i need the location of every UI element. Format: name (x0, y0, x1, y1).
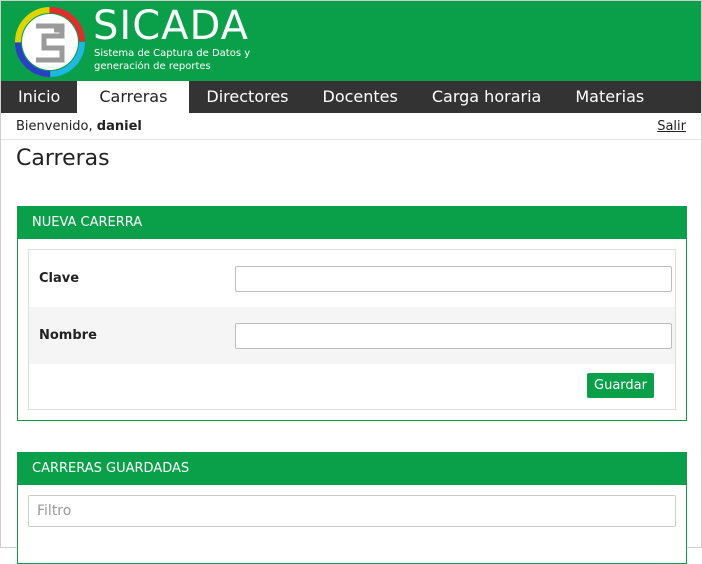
form-actions: Guardar (29, 364, 675, 409)
welcome-username: daniel (96, 119, 142, 134)
saved-careers-heading: CARRERAS GUARDADAS (18, 453, 686, 485)
filter-input[interactable]: Filtro (28, 495, 676, 527)
nav-item-inicio[interactable]: Inicio (1, 81, 77, 113)
app-header: SICADA Sistema de Captura de Datos y gen… (1, 1, 701, 81)
page-title: Carreras (16, 146, 110, 171)
nav-item-docentes[interactable]: Docentes (306, 81, 415, 113)
save-button[interactable]: Guardar (587, 373, 654, 398)
nav-item-carga-horaria[interactable]: Carga horaria (415, 81, 558, 113)
nav-item-directores[interactable]: Directores (189, 81, 305, 113)
main-nav: Inicio Carreras Directores Docentes Carg… (1, 81, 701, 113)
nombre-label: Nombre (39, 328, 97, 343)
nombre-input[interactable] (235, 322, 672, 349)
new-career-form: Clave Nombre Guardar (28, 249, 676, 410)
welcome-bar: Bienvenido, daniel Salir (1, 113, 701, 140)
new-career-heading: NUEVA CARERRA (18, 207, 686, 239)
nav-item-materias[interactable]: Materias (558, 81, 661, 113)
nombre-row: Nombre (29, 307, 675, 364)
welcome-prefix: Bienvenido, (16, 119, 93, 134)
new-career-panel: NUEVA CARERRA Clave Nombre Guardar (17, 206, 687, 421)
clave-row: Clave (29, 250, 675, 307)
app-title: SICADA (93, 3, 249, 49)
clave-input[interactable] (235, 265, 672, 292)
logout-link[interactable]: Salir (657, 119, 686, 134)
clave-label: Clave (39, 271, 80, 286)
welcome-message: Bienvenido, daniel (16, 119, 142, 134)
nav-item-carreras[interactable]: Carreras (77, 81, 190, 113)
sicada-logo-icon (15, 7, 85, 77)
saved-careers-panel: CARRERAS GUARDADAS Filtro (17, 452, 687, 564)
app-subtitle: Sistema de Captura de Datos y generación… (94, 48, 251, 72)
